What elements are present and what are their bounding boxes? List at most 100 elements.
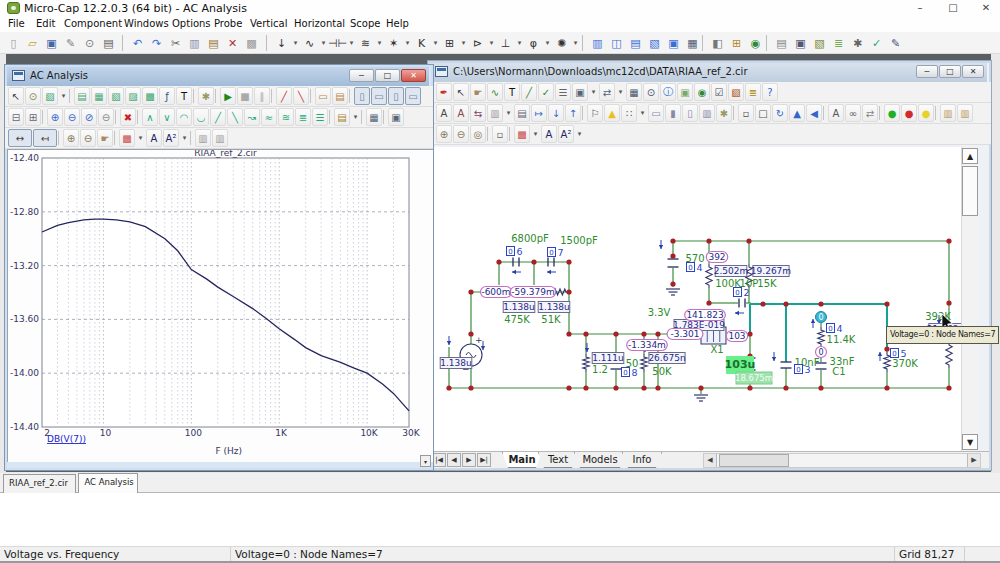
wrench-small-icon[interactable]: ✱ xyxy=(716,104,732,122)
slope-c-icon[interactable]: ↝ xyxy=(244,108,260,126)
document-tab-inactive[interactable]: RIAA_ref_2.cir xyxy=(3,474,76,493)
sheet-hscrollbar[interactable]: ◀▶ xyxy=(703,453,981,468)
tile-horizontal-icon[interactable]: ▤ xyxy=(626,34,645,52)
region-box3-icon[interactable]: ▩ xyxy=(142,87,158,105)
text-a2-icon[interactable]: A² xyxy=(163,129,179,147)
component-box-icon[interactable]: ▣ xyxy=(572,83,588,101)
step-up-icon[interactable]: ↑ xyxy=(565,104,581,122)
ac-plot[interactable]: -12.40-12.80-13.20-13.60-14.00-14.402101… xyxy=(8,150,434,471)
part-swap-icon[interactable]: ⇆ xyxy=(470,104,486,122)
table-icon-icon[interactable]: ▦ xyxy=(366,108,382,126)
inductor-part-icon[interactable]: ≋ xyxy=(356,34,375,52)
zoom-in-icon[interactable]: ⊕ xyxy=(63,129,79,147)
copy-picture-icon[interactable]: ▩ xyxy=(242,34,261,52)
wire-mode-icon[interactable]: ↓ xyxy=(272,34,291,52)
bus-tool-icon[interactable]: ☰ xyxy=(555,83,571,101)
dropdown-caret[interactable]: ▾ xyxy=(589,83,598,101)
plot-legend[interactable]: DB(V(7)) xyxy=(47,434,86,444)
sheet-tab-info[interactable]: Info xyxy=(622,452,662,468)
panel-white-icon[interactable]: ▭ xyxy=(315,87,331,105)
dependent-source-dropdown[interactable]: ▾ xyxy=(431,34,440,52)
sine-source-dropdown[interactable]: ▾ xyxy=(319,34,328,52)
copy-icon[interactable]: ▥ xyxy=(185,34,204,52)
phase-source-dropdown[interactable]: ▾ xyxy=(543,34,552,52)
delete-icon[interactable]: ✕ xyxy=(223,34,242,52)
sheet-tab-models[interactable]: Models xyxy=(574,452,626,468)
slope-b-icon[interactable]: ╲ xyxy=(227,108,243,126)
zoom-percent-icon[interactable]: ◎ xyxy=(470,125,486,143)
layers-a-icon[interactable]: ≣ xyxy=(295,108,311,126)
split-minus-icon[interactable]: ⊟ xyxy=(8,108,24,126)
text-plus-icon[interactable]: A xyxy=(453,104,469,122)
link-doc-icon[interactable]: ⇄ xyxy=(862,104,878,122)
schematic-canvas[interactable]: +−103u18.675m6800pF1500pF475K51K570100K1… xyxy=(430,147,963,451)
text-a-icon[interactable]: A xyxy=(541,125,557,143)
dropdown-caret[interactable]: ▾ xyxy=(351,108,360,126)
lamp-part-icon[interactable]: ✺ xyxy=(552,34,571,52)
overlap-windows-icon[interactable]: ▣ xyxy=(664,34,683,52)
doc-a-icon[interactable]: ▭ xyxy=(648,104,664,122)
pause-icon[interactable]: ∥ xyxy=(254,87,270,105)
text-tool-icon[interactable]: T xyxy=(176,87,192,105)
transformer-part-icon[interactable]: ⊞ xyxy=(440,34,459,52)
select-arrow-icon[interactable]: ↖ xyxy=(8,87,24,105)
print-icon[interactable]: ▤ xyxy=(99,34,118,52)
copy-gray-icon[interactable]: ▥ xyxy=(487,104,503,122)
split-plus-icon[interactable]: ⊞ xyxy=(25,108,41,126)
schematic-vscrollbar[interactable]: ▲▼ xyxy=(961,147,978,451)
ground-part-icon[interactable]: ⊥ xyxy=(496,34,515,52)
scroll-thumb[interactable] xyxy=(962,166,978,216)
panel-white2-icon[interactable]: ▤ xyxy=(332,87,348,105)
ball-yellow-icon[interactable]: ● xyxy=(918,104,934,122)
mirror-h-icon[interactable]: ◀ xyxy=(806,104,822,122)
pane-4-icon[interactable]: ▭ xyxy=(405,87,421,105)
hscroll-right-arrow[interactable]: ▶ xyxy=(967,454,980,467)
maximize-button[interactable]: □ xyxy=(938,0,968,16)
find-a-icon[interactable]: A xyxy=(828,104,844,122)
stop-icon[interactable]: ■ xyxy=(237,87,253,105)
zoom-hand-icon[interactable]: ☛ xyxy=(97,129,113,147)
selected-part-highlight[interactable]: 103u18.675m xyxy=(725,356,773,384)
grid-dots-icon[interactable]: ∷ xyxy=(621,104,637,122)
globe-green-icon[interactable]: ◉ xyxy=(694,83,710,101)
scroll-up-arrow[interactable]: ▲ xyxy=(962,148,978,164)
clock-icon[interactable]: ⊙ xyxy=(25,87,41,105)
edit-file-icon[interactable]: ✎ xyxy=(61,34,80,52)
doc-c-icon[interactable]: ▯ xyxy=(682,104,698,122)
link-gray-icon[interactable]: ▥ xyxy=(195,129,211,147)
dropdown-caret[interactable]: ▾ xyxy=(638,104,647,122)
globe-chart-icon[interactable]: ◉ xyxy=(746,34,765,52)
slope-d-icon[interactable]: ≈ xyxy=(261,108,277,126)
split-window-icon[interactable]: ◧ xyxy=(708,34,727,52)
redo-icon[interactable]: ↷ xyxy=(147,34,166,52)
flag-tool-icon[interactable]: ⚐ xyxy=(587,104,603,122)
print-preview-icon[interactable]: ⊙ xyxy=(80,34,99,52)
capacitor-part-icon[interactable]: ⊣⊢ xyxy=(328,34,347,52)
wire-diag-icon[interactable]: ╱ xyxy=(521,83,537,101)
check-wire-icon[interactable]: ✓ xyxy=(538,83,554,101)
chart-add-icon[interactable]: ⊞ xyxy=(727,34,746,52)
sine-source-icon[interactable]: ∿ xyxy=(300,34,319,52)
part-box-icon[interactable]: ▤ xyxy=(514,104,530,122)
arrange-icons-icon[interactable]: ▧ xyxy=(645,34,664,52)
sheet-nav-prev[interactable]: ◀ xyxy=(447,453,461,467)
search-part-icon[interactable]: ⊙ xyxy=(643,83,659,101)
region-box-icon[interactable]: ▧ xyxy=(108,87,124,105)
slope-e-icon[interactable]: ≋ xyxy=(278,108,294,126)
capacitor-part-dropdown[interactable]: ▾ xyxy=(347,34,356,52)
hscroll-thumb[interactable] xyxy=(719,454,789,467)
paste-icon[interactable]: ▤ xyxy=(204,34,223,52)
resistor-part-dropdown[interactable]: ▾ xyxy=(403,34,412,52)
clipboard-icon[interactable]: ▤ xyxy=(334,108,350,126)
ac-window-close-button[interactable]: ✕ xyxy=(401,69,426,82)
document-tab-active[interactable]: AC Analysis xyxy=(78,473,138,493)
text-tool-icon[interactable]: T xyxy=(504,83,520,101)
zoom-out-circle-icon[interactable]: ⊖ xyxy=(64,108,80,126)
box-white-icon[interactable]: □ xyxy=(755,104,771,122)
plot-scroll-corner-button[interactable]: ▾ xyxy=(420,455,431,467)
zoom-out-icon[interactable]: ⊖ xyxy=(80,129,96,147)
cut-icon[interactable]: ✂ xyxy=(166,34,185,52)
panel-toggle-icon[interactable]: ▤ xyxy=(772,34,791,52)
hscroll-left-arrow[interactable]: ◀ xyxy=(704,454,717,467)
text-a-icon[interactable]: A xyxy=(146,129,162,147)
